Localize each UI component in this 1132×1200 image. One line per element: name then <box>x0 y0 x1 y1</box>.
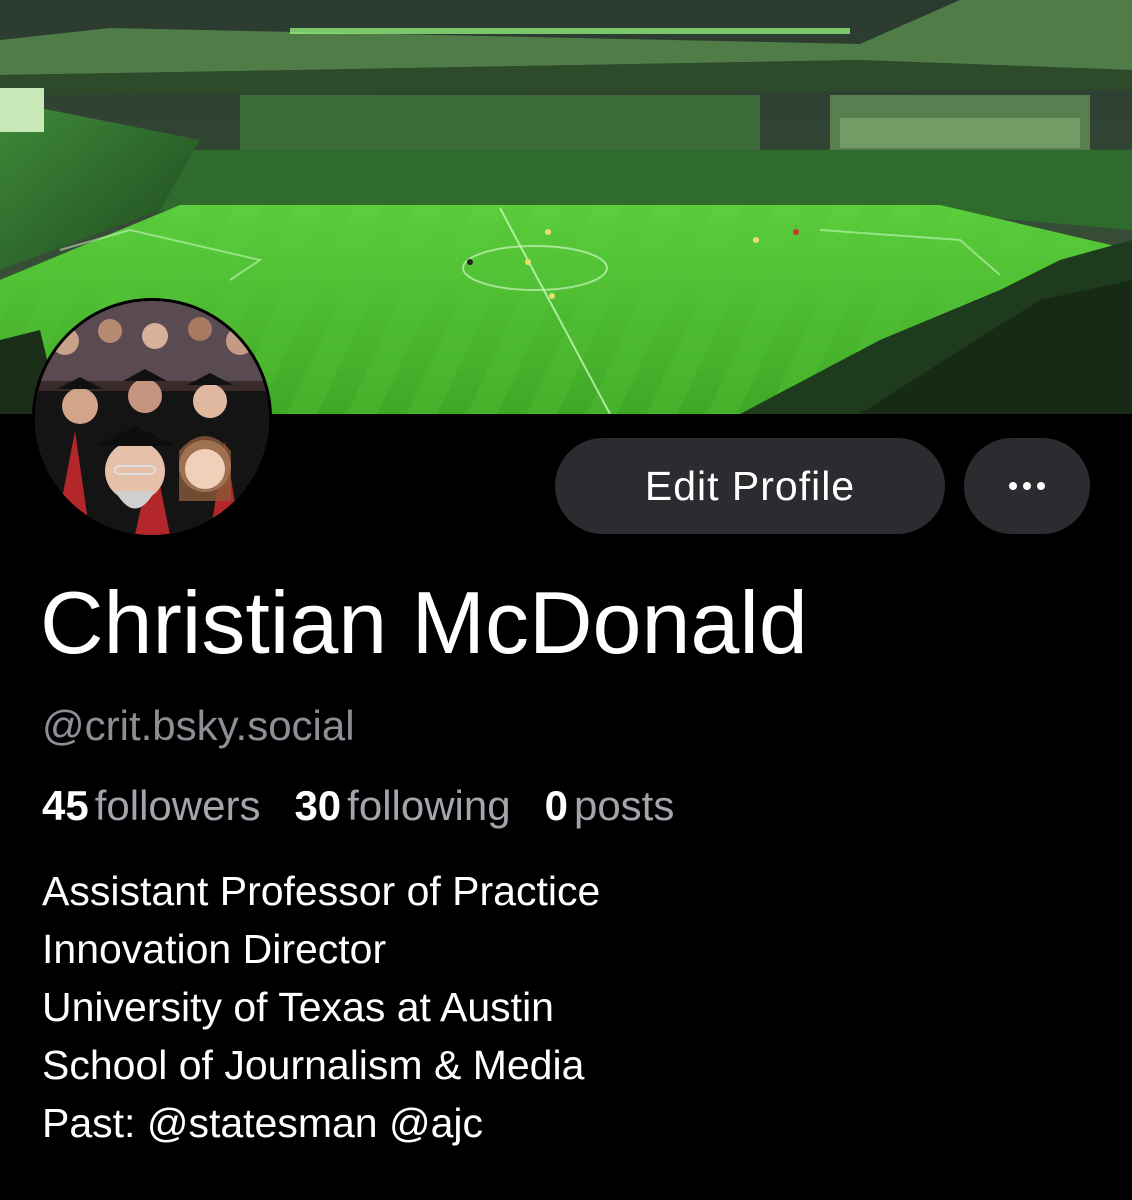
ellipsis-icon <box>1009 482 1045 490</box>
followers-label: followers <box>94 782 261 829</box>
profile-stats: 45 followers 30 following 0 posts <box>42 782 708 830</box>
edit-profile-button[interactable]: Edit Profile <box>555 438 945 534</box>
display-name: Christian McDonald <box>40 573 808 672</box>
posts-count: 0 <box>544 782 568 829</box>
posts-stat: 0 posts <box>545 782 675 830</box>
profile-bio: Assistant Professor of Practice Innovati… <box>42 862 600 1152</box>
followers-count: 45 <box>42 782 89 829</box>
following-count: 30 <box>294 782 342 829</box>
followers-stat[interactable]: 45 followers <box>42 782 260 830</box>
profile-handle: @crit.bsky.social <box>42 702 355 749</box>
bio-line: Past: @statesman @ajc <box>42 1100 484 1146</box>
avatar[interactable] <box>32 298 272 538</box>
following-stat[interactable]: 30 following <box>294 782 510 830</box>
bio-line: Assistant Professor of Practice <box>42 868 601 914</box>
bio-line: University of Texas at Austin <box>42 984 554 1030</box>
following-label: following <box>347 782 511 829</box>
posts-label: posts <box>573 782 675 829</box>
avatar-image <box>35 301 269 535</box>
edit-profile-label: Edit Profile <box>644 462 856 509</box>
more-options-button[interactable] <box>964 438 1090 534</box>
bio-line: Innovation Director <box>42 926 387 972</box>
bio-line: School of Journalism & Media <box>42 1042 585 1088</box>
